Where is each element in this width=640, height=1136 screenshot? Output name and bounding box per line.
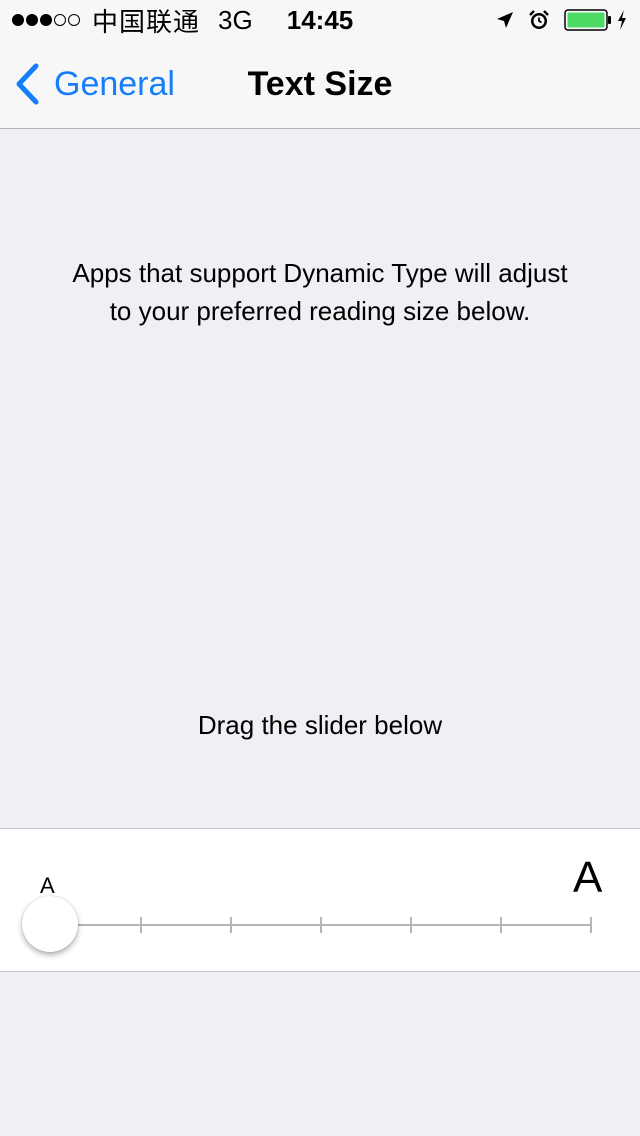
- dynamic-type-description: Apps that support Dynamic Type will adju…: [72, 258, 568, 326]
- drag-hint-label: Drag the slider below: [197, 710, 443, 740]
- status-right: [496, 0, 628, 40]
- status-bar: 中国联通 3G 14:45: [0, 0, 640, 40]
- navigation-bar: General Text Size: [0, 40, 640, 129]
- alarm-clock-icon: [528, 9, 550, 31]
- text-size-slider-panel: A A: [0, 828, 640, 972]
- back-button-label: General: [54, 64, 175, 103]
- back-button[interactable]: General: [14, 40, 175, 128]
- charging-bolt-icon: [616, 9, 628, 31]
- slider-tick: [590, 917, 592, 933]
- chevron-left-icon: [14, 63, 54, 105]
- slider-tick: [500, 917, 502, 933]
- slider-tick: [320, 917, 322, 933]
- location-arrow-icon: [496, 11, 514, 29]
- slider-tick: [410, 917, 412, 933]
- slider-tick: [230, 917, 232, 933]
- large-text-label: A: [573, 853, 603, 902]
- slider-thumb[interactable]: [22, 896, 78, 952]
- battery-icon: [564, 9, 612, 31]
- slider-tick: [140, 917, 142, 933]
